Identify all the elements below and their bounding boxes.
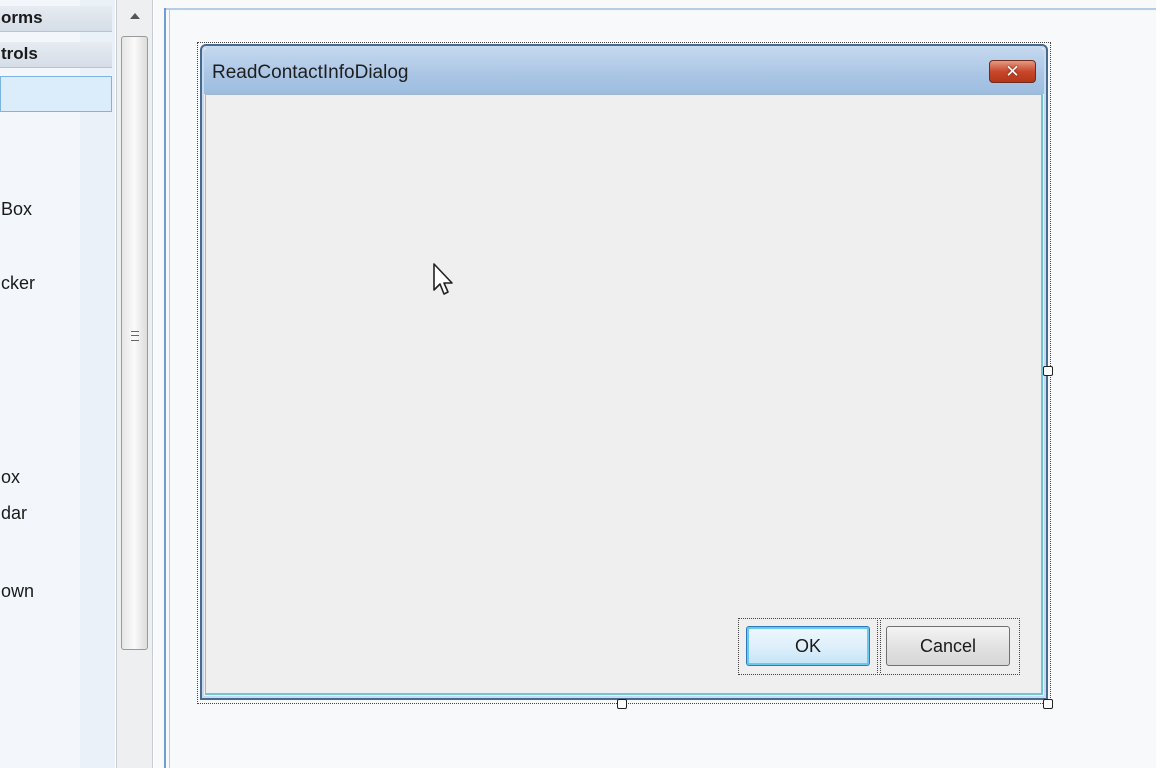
- ok-button[interactable]: OK: [746, 626, 870, 666]
- toolbox-category-controls[interactable]: trols: [0, 42, 112, 68]
- close-icon: ✕: [1005, 61, 1020, 82]
- toolbox-item[interactable]: cker: [1, 273, 35, 294]
- button-panel-divider: [877, 620, 881, 673]
- toolbox-scrollbar[interactable]: [116, 0, 153, 768]
- dialog-titlebar[interactable]: ReadContactInfoDialog ✕: [204, 48, 1044, 94]
- toolbox-item[interactable]: ox: [1, 467, 20, 488]
- toolbox-panel: orms trols Box cker ox dar own: [0, 0, 115, 768]
- toolbox-item[interactable]: own: [1, 581, 34, 602]
- toolbox-item[interactable]: Box: [1, 199, 32, 220]
- dialog-form[interactable]: ReadContactInfoDialog ✕: [200, 44, 1048, 700]
- resize-handle-bottom[interactable]: [617, 699, 627, 709]
- designer-left-border: [164, 8, 170, 768]
- toolbox-category-forms[interactable]: orms: [0, 6, 112, 32]
- resize-handle-right[interactable]: [1043, 366, 1053, 376]
- toolbox-selected-item[interactable]: [0, 76, 112, 112]
- cancel-button[interactable]: Cancel: [886, 626, 1010, 666]
- designer-top-border: [164, 8, 1156, 10]
- grip-icon: [131, 331, 139, 341]
- scrollbar-thumb[interactable]: [121, 36, 148, 650]
- dialog-client-area[interactable]: [205, 94, 1043, 695]
- close-button[interactable]: ✕: [989, 60, 1036, 83]
- resize-handle-bottom-right[interactable]: [1043, 699, 1053, 709]
- toolbox-gutter: [80, 0, 115, 768]
- dialog-title: ReadContactInfoDialog: [212, 62, 409, 83]
- mouse-pointer-icon: [433, 263, 453, 295]
- scroll-up-arrow-icon[interactable]: [125, 2, 145, 30]
- toolbox-item[interactable]: dar: [1, 503, 27, 524]
